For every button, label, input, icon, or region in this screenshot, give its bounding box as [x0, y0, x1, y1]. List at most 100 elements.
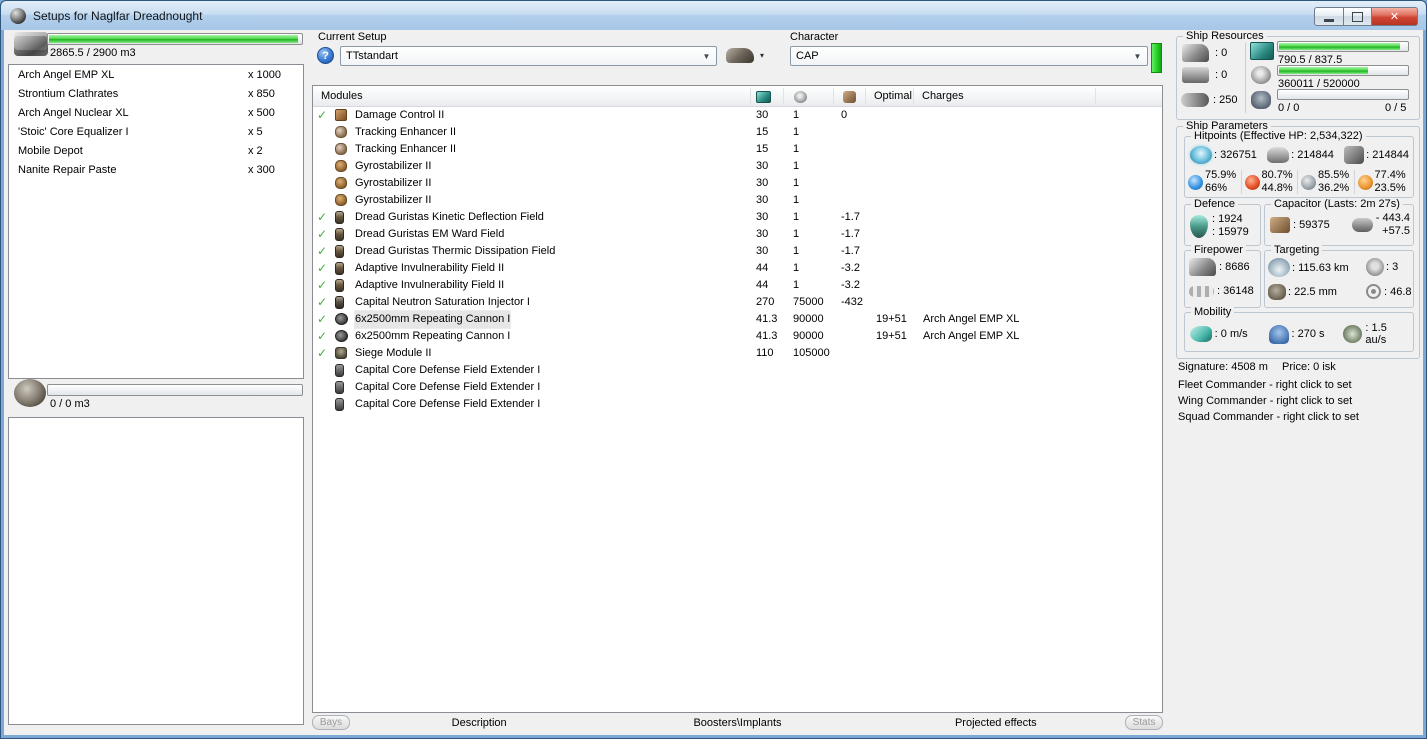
powergrid-bar [1277, 65, 1409, 76]
module-row[interactable]: ✓ Dread Guristas Kinetic Deflection Field… [313, 209, 1162, 226]
item-name: Mobile Depot [18, 145, 83, 157]
speed-value: : 0 m/s [1214, 328, 1248, 340]
tracking-enhancer-icon [335, 143, 347, 155]
module-row[interactable]: ✓ Dread Guristas Thermic Dissipation Fiel… [313, 243, 1162, 260]
cargo-item-list[interactable]: Arch Angel EMP XL x 1000 Strontium Clathra… [8, 64, 304, 379]
module-name: Adaptive Invulnerability Field II [355, 279, 505, 291]
defence-shield-icon [1190, 214, 1208, 238]
maximize-button[interactable] [1344, 7, 1372, 26]
module-name: Adaptive Invulnerability Field II [355, 262, 505, 274]
cap-value: -432 [841, 296, 864, 308]
hull-hp-value: : 214844 [1366, 149, 1409, 161]
setup-select[interactable]: TTstandart [340, 46, 717, 66]
shield-resist-value: 75.9% [1205, 169, 1237, 181]
active-check-icon: ✓ [317, 346, 328, 360]
tab-description[interactable]: Description [350, 717, 608, 729]
list-item[interactable]: 'Stoic' Core Equalizer I x 5 [9, 122, 303, 141]
capacitor-amount: : 59375 [1293, 219, 1330, 231]
armor-resist-value: 23.5% [1374, 182, 1406, 194]
module-row[interactable]: Tracking Enhancer II 15 1 [313, 141, 1162, 158]
cpu-value: 30 [756, 160, 769, 172]
active-check-icon: ✓ [317, 227, 328, 241]
character-label: Character [790, 31, 839, 43]
cpu-value: 30 [756, 228, 769, 240]
rig-icon [335, 381, 344, 394]
module-row[interactable]: Gyrostabilizer II 30 1 [313, 175, 1162, 192]
module-row[interactable]: Gyrostabilizer II 30 1 [313, 158, 1162, 175]
volley-value: : 8686 [1219, 261, 1250, 273]
warp-speed-icon [1342, 325, 1363, 343]
help-icon[interactable] [317, 47, 334, 64]
powergrid-value: 1 [793, 228, 800, 240]
module-row[interactable]: ✓ Adaptive Invulnerability Field II 44 1 -3.… [313, 260, 1162, 277]
module-name: Dread Guristas EM Ward Field [355, 228, 505, 240]
charges-column-header: Charges [922, 90, 964, 102]
cap-booster-icon [1351, 218, 1373, 232]
cap-value: 0 [841, 109, 848, 121]
ship-browser-button[interactable]: ▾ [726, 48, 764, 63]
drone-bay-capacity-label: 0 / 0 m3 [50, 398, 90, 410]
injector-icon [335, 296, 344, 309]
bottom-bar: Bays Description Boosters\Implants Proje… [312, 714, 1163, 731]
mobility-group: Mobility : 0 m/s : 270 s : 1.5 au/s [1184, 306, 1414, 352]
dps-value: : 36148 [1217, 285, 1254, 297]
mobility-title: Mobility [1191, 306, 1235, 319]
module-row[interactable]: ✓ 6x2500mm Repeating Cannon I 41.3 90000 19+… [313, 328, 1162, 345]
module-name: Capital Neutron Saturation Injector I [355, 296, 530, 308]
list-item[interactable]: Strontium Clathrates x 850 [9, 84, 303, 103]
module-row[interactable]: Tracking Enhancer II 15 1 [313, 124, 1162, 141]
max-targets-icon [1366, 258, 1384, 276]
explosive-resist-icon [1357, 174, 1373, 190]
shield-hardener-icon [335, 211, 344, 224]
drone-bay-list[interactable] [8, 417, 304, 725]
active-check-icon: ✓ [317, 312, 328, 326]
sig-radius-value: : 22.5 mm [1288, 286, 1337, 298]
list-item[interactable]: Arch Angel Nuclear XL x 500 [9, 103, 303, 122]
character-select[interactable]: CAP [790, 46, 1148, 66]
cannon-icon [335, 330, 348, 342]
cap-value: -1.7 [841, 245, 860, 257]
module-row[interactable]: ✓ Siege Module II 110 105000 [313, 345, 1162, 362]
cpu-bar [1277, 41, 1409, 52]
cpu-value: 44 [756, 279, 769, 291]
defence-title: Defence [1191, 198, 1238, 211]
module-row[interactable]: Capital Core Defense Field Extender I [313, 362, 1162, 379]
module-row[interactable]: ✓ Capital Neutron Saturation Injector I 27… [313, 294, 1162, 311]
cannon-icon [335, 313, 348, 325]
shield-hardener-icon [335, 245, 344, 258]
squad-commander-label[interactable]: Squad Commander - right click to set [1178, 411, 1359, 423]
calibration-value: : 250 [1213, 94, 1238, 106]
tab-projected-effects[interactable]: Projected effects [867, 717, 1125, 729]
item-qty: x 300 [248, 164, 275, 176]
chevron-down-icon [699, 52, 714, 61]
character-skill-indicator [1151, 43, 1162, 73]
ship-resources-group: Ship Resources : 0 : 0 : 250 790.5 / 837… [1176, 30, 1420, 120]
list-item[interactable]: Arch Angel EMP XL x 1000 [9, 65, 303, 84]
cargo-capacity-label: 2865.5 / 2900 m3 [50, 47, 136, 59]
module-row[interactable]: Capital Core Defense Field Extender I [313, 379, 1162, 396]
cargo-hold-icon [14, 32, 48, 56]
wing-commander-label[interactable]: Wing Commander - right click to set [1178, 395, 1352, 407]
active-check-icon: ✓ [317, 295, 328, 309]
module-row[interactable]: ✓ Adaptive Invulnerability Field II 44 1 -3.… [313, 277, 1162, 294]
module-row[interactable]: ✓ Dread Guristas EM Ward Field 30 1 -1.7 [313, 226, 1162, 243]
module-rows: ✓ Damage Control II 30 1 0 Tracking Enhancer … [313, 107, 1162, 413]
module-row[interactable]: ✓ 6x2500mm Repeating Cannon I 41.3 90000 19+… [313, 311, 1162, 328]
module-row[interactable]: Capital Core Defense Field Extender I [313, 396, 1162, 413]
list-item[interactable]: Mobile Depot x 2 [9, 141, 303, 160]
rig-icon [335, 364, 344, 377]
module-name: Gyrostabilizer II [355, 160, 432, 172]
tab-boosters-implants[interactable]: Boosters\Implants [608, 717, 866, 729]
active-check-icon: ✓ [317, 278, 328, 292]
list-item[interactable]: Nanite Repair Paste x 300 [9, 160, 303, 179]
minimize-button[interactable] [1314, 7, 1344, 26]
module-row[interactable]: ✓ Damage Control II 30 1 0 [313, 107, 1162, 124]
bays-button[interactable]: Bays [312, 715, 350, 730]
modules-panel: Modules Optimal Charges ✓ Damage Control … [312, 85, 1163, 713]
fleet-commander-label[interactable]: Fleet Commander - right click to set [1178, 379, 1352, 391]
close-button[interactable] [1372, 7, 1418, 26]
module-name: Damage Control II [355, 109, 445, 121]
stats-button[interactable]: Stats [1124, 715, 1163, 730]
resist-group-em: 75.9% 66% [1188, 169, 1241, 194]
module-row[interactable]: Gyrostabilizer II 30 1 [313, 192, 1162, 209]
